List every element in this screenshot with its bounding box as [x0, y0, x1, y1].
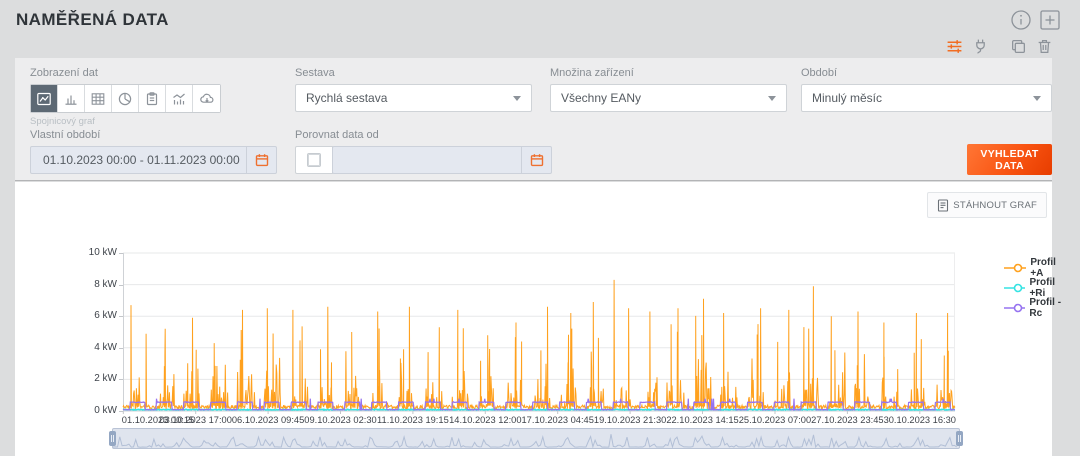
line-chart-icon [36, 91, 52, 107]
legend-marker [1003, 302, 1025, 314]
pie-chart-icon [117, 91, 133, 107]
custom-period-input[interactable]: 01.10.2023 00:00 - 01.11.2023 00:00 [30, 146, 277, 174]
compare-date-input[interactable] [332, 146, 552, 174]
custom-period-label: Vlastní období [30, 129, 100, 141]
measured-data-page: NAMĚŘENÁ DATA Zobrazení dat Spojnicový g… [0, 0, 1080, 456]
download-chart-button[interactable]: STÁHNOUT GRAF [927, 192, 1047, 218]
view-label: Zobrazení dat [30, 67, 98, 79]
calendar-icon[interactable] [246, 147, 276, 173]
filter-settings-icon[interactable] [945, 37, 964, 56]
chart-range-navigator[interactable] [112, 428, 960, 449]
navigator-right-handle[interactable] [956, 431, 963, 446]
header-toolbar-top [1009, 8, 1062, 32]
view-caption: Spojnicový graf [30, 116, 95, 127]
compare-checkbox[interactable] [307, 153, 321, 167]
view-button-line-chart[interactable] [31, 85, 58, 112]
y-axis-tick-label: 8 kW [67, 279, 117, 290]
legend-item-profil-+a[interactable]: Profil +A [1003, 258, 1063, 278]
legend-label: Profil +A [1030, 257, 1062, 279]
search-data-button[interactable]: VYHLEDAT DATA [967, 144, 1052, 175]
chevron-down-icon [513, 96, 521, 101]
trash-icon[interactable] [1035, 37, 1054, 56]
chevron-down-icon [1033, 96, 1041, 101]
copy-icon[interactable] [1009, 37, 1028, 56]
view-button-cloud-download[interactable] [193, 85, 220, 112]
legend-item-profil-+ri[interactable]: Profil +Ri [1003, 278, 1063, 298]
download-chart-label: STÁHNOUT GRAF [953, 200, 1037, 211]
legend-marker [1003, 282, 1025, 294]
add-icon[interactable] [1038, 8, 1062, 32]
combo-chart-icon [171, 91, 187, 107]
report-label: Sestava [295, 67, 335, 79]
y-axis-tick-label: 10 kW [67, 247, 117, 258]
x-axis-tick-label: 30.10.2023 16:30 [865, 415, 975, 425]
clipboard-icon [144, 91, 160, 107]
legend-item-profil--rc[interactable]: Profil -Rc [1003, 298, 1063, 318]
legend-label: Profil +Ri [1029, 277, 1062, 299]
filter-panel: Zobrazení dat Spojnicový graf Sestava Ry… [15, 58, 1052, 181]
view-button-combo-chart[interactable] [166, 85, 193, 112]
y-axis-tick-label: 4 kW [67, 342, 117, 353]
compare-label: Porovnat data od [295, 129, 379, 141]
info-icon[interactable] [1009, 8, 1033, 32]
view-button-clipboard[interactable] [139, 85, 166, 112]
plug-icon[interactable] [971, 37, 990, 56]
view-button-pie-chart[interactable] [112, 85, 139, 112]
period-dropdown[interactable]: Minulý měsíc [801, 84, 1052, 112]
navigator-mini-chart [113, 429, 959, 448]
navigator-left-handle[interactable] [109, 431, 116, 446]
document-icon [937, 199, 949, 212]
header-toolbar-actions [945, 37, 1054, 56]
devices-dropdown-value: Všechny EANy [561, 91, 641, 105]
compare-checkbox-cell [295, 146, 333, 174]
y-axis-tick-label: 2 kW [67, 373, 117, 384]
chart-panel: STÁHNOUT GRAF 0 kW2 kW4 kW6 kW8 kW10 kW … [15, 182, 1052, 456]
bar-chart-icon [63, 91, 79, 107]
cloud-download-icon [199, 91, 215, 107]
report-dropdown-value: Rychlá sestava [306, 91, 387, 105]
chevron-down-icon [768, 96, 776, 101]
chart-legend: Profil +AProfil +RiProfil -Rc [1003, 258, 1063, 318]
view-button-bar-chart[interactable] [58, 85, 85, 112]
custom-period-value: 01.10.2023 00:00 - 01.11.2023 00:00 [31, 153, 246, 167]
legend-label: Profil -Rc [1029, 297, 1062, 319]
line-chart-plot [123, 253, 955, 416]
y-axis-tick-label: 6 kW [67, 310, 117, 321]
legend-marker [1003, 262, 1026, 274]
table-icon [90, 91, 106, 107]
period-label: Období [801, 67, 837, 79]
view-button-table[interactable] [85, 85, 112, 112]
view-button-group [30, 84, 221, 113]
calendar-icon[interactable] [521, 147, 551, 173]
devices-label: Množina zařízení [550, 67, 634, 79]
period-dropdown-value: Minulý měsíc [812, 91, 882, 105]
page-title: NAMĚŘENÁ DATA [16, 10, 169, 30]
report-dropdown[interactable]: Rychlá sestava [295, 84, 532, 112]
devices-dropdown[interactable]: Všechny EANy [550, 84, 787, 112]
